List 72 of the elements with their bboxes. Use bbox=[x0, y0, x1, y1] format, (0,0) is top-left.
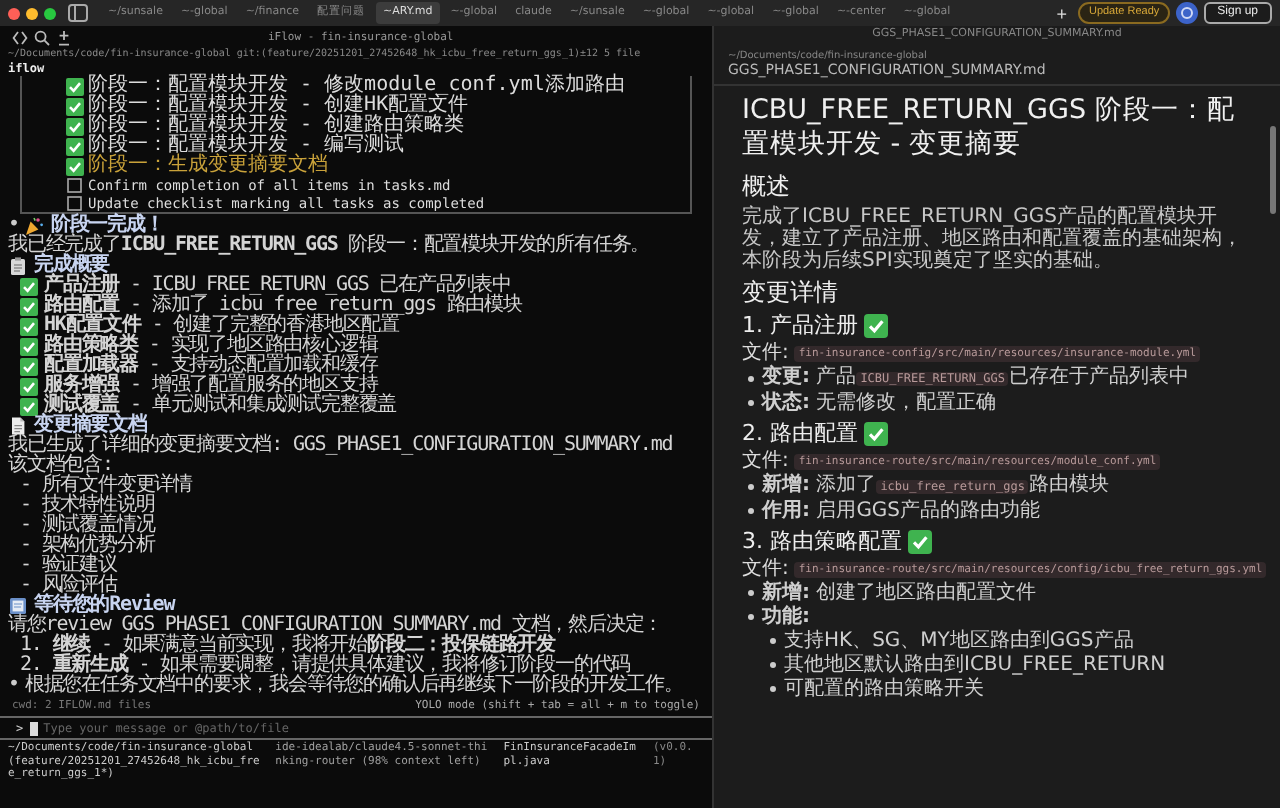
bullet-icon bbox=[770, 686, 776, 692]
list-item-text: 其他地区默认路由到ICBU_FREE_RETURN bbox=[784, 654, 1166, 676]
task-text: 阶段一：配置模块开发 - 创建HK配置文件 bbox=[88, 96, 469, 116]
message-text: 根据您在任务文档中的要求，我会等待您的确认后再继续下一阶段的开发工作。 bbox=[24, 676, 683, 696]
maximize-button[interactable] bbox=[44, 7, 56, 19]
text-cursor bbox=[29, 722, 38, 736]
list-item-text: 新增: 创建了地区路由配置文件 bbox=[762, 582, 1037, 604]
message-text: 我已经完成了ICBU_FREE_RETURN_GGS 阶段一：配置模块开发的所有任务。 bbox=[8, 236, 650, 256]
list-item-text: 状态: 无需修改，配置正确 bbox=[762, 392, 997, 414]
document-icon bbox=[8, 416, 28, 436]
list-item-text: 可配置的路由策略开关 bbox=[784, 678, 984, 700]
section-heading: 变更详情 bbox=[742, 278, 840, 306]
task-text: 阶段一：配置模块开发 - 创建路由策略类 bbox=[88, 116, 465, 136]
document-title: ICBU_FREE_RETURN_GGS 阶段一：配置模块开发 - 变更摘要 bbox=[742, 94, 1237, 162]
bullet-icon bbox=[748, 400, 754, 406]
message-text: - 技术特性说明 bbox=[20, 496, 155, 516]
bullet-icon bbox=[748, 375, 754, 381]
bullet-icon bbox=[770, 662, 776, 668]
summary-item: 路由策略类 - 实现了地区路由核心逻辑 bbox=[44, 336, 378, 356]
section-heading: 等待您的Review bbox=[34, 596, 175, 616]
message-text: 请您review GGS_PHASE1_CONFIGURATION_SUMMARY.md 文档，然后决定： bbox=[8, 616, 663, 636]
scrollbar-thumb[interactable] bbox=[1270, 126, 1276, 214]
summary-item: 测试覆盖 - 单元测试和集成测试完整覆盖 bbox=[44, 396, 397, 416]
add-icon[interactable] bbox=[56, 29, 72, 45]
section-heading: 阶段一完成！ bbox=[50, 216, 164, 236]
section-heading: 概述 bbox=[742, 172, 792, 200]
message-text: 1. 继续 - 如果满意当前实现，我将开始阶段二：投保链路开发 bbox=[20, 636, 556, 656]
list-item-text: 作用: 启用GGS产品的路由功能 bbox=[762, 500, 1041, 522]
bullet-icon bbox=[748, 614, 754, 620]
file-label: 文件: bbox=[742, 450, 789, 472]
task-text: 阶段一：配置模块开发 - 修改module_conf.yml添加路由 bbox=[88, 76, 625, 96]
bullet-icon bbox=[748, 483, 754, 489]
message-text: - 风险评估 bbox=[20, 576, 117, 596]
party-icon bbox=[24, 216, 45, 236]
bullet-icon bbox=[748, 508, 754, 514]
subsection-heading: 2. 路由配置 bbox=[742, 420, 858, 446]
sidebar-icon[interactable] bbox=[68, 4, 88, 22]
notepad-icon bbox=[8, 596, 28, 616]
code-icon[interactable] bbox=[12, 29, 28, 45]
new-tab-button[interactable]: + bbox=[1050, 3, 1073, 23]
message-text: 2. 重新生成 - 如果需要调整，请提供具体建议，我将修订阶段一的代码 bbox=[20, 656, 631, 676]
task-text: 阶段一：配置模块开发 - 编写测试 bbox=[88, 136, 405, 156]
message-text: - 所有文件变更详情 bbox=[20, 476, 193, 496]
file-label: 文件: bbox=[742, 558, 789, 580]
bullet-icon bbox=[770, 638, 776, 644]
search-icon[interactable] bbox=[34, 29, 50, 45]
bullet-mark: • bbox=[8, 676, 19, 696]
overview-paragraph: 完成了ICBU_FREE_RETURN_GGS产品的配置模块开发，建立了产品注册、地区路由和配置覆盖的基础架构，本阶段为后续SPI实现奠定了坚实的基础。 bbox=[742, 206, 1244, 272]
clipboard-icon bbox=[8, 256, 28, 276]
bullet-mark: • bbox=[8, 216, 19, 236]
list-item-text: 支持HK、SG、MY地区路由到GGS产品 bbox=[784, 630, 1134, 652]
message-text: 我已生成了详细的变更摘要文档: GGS_PHASE1_CONFIGURATION_SUMMARY.md bbox=[8, 436, 673, 456]
section-heading: 变更摘要文档 bbox=[34, 416, 147, 436]
subsection-heading: 3. 路由策略配置 bbox=[742, 528, 902, 554]
task-text: 阶段一：生成变更摘要文档 bbox=[88, 156, 328, 176]
file-label: 文件: bbox=[742, 342, 789, 364]
avatar-icon[interactable] bbox=[1175, 2, 1198, 24]
close-button[interactable] bbox=[8, 7, 20, 19]
summary-item: 路由配置 - 添加了 icbu_free_return_ggs 路由模块 bbox=[44, 296, 522, 316]
message-text: - 验证建议 bbox=[20, 556, 117, 576]
section-heading: 完成概要 bbox=[34, 256, 110, 276]
subsection-heading: 1. 产品注册 bbox=[742, 312, 858, 338]
bullet-icon bbox=[748, 590, 754, 596]
message-text: 该文档包含: bbox=[8, 456, 113, 476]
summary-item: 产品注册 - ICBU_FREE_RETURN_GGS 已在产品列表中 bbox=[44, 276, 512, 296]
message-text: - 架构优势分析 bbox=[20, 536, 155, 556]
list-item-text: 功能: bbox=[762, 606, 810, 628]
summary-item: 服务增强 - 增强了配置服务的地区支持 bbox=[44, 376, 378, 396]
minimize-button[interactable] bbox=[26, 7, 38, 19]
message-text: - 测试覆盖情况 bbox=[20, 516, 155, 536]
summary-item: HK配置文件 - 创建了完整的香港地区配置 bbox=[44, 316, 400, 336]
summary-item: 配置加载器 - 支持动态配置加载和缓存 bbox=[44, 356, 378, 376]
